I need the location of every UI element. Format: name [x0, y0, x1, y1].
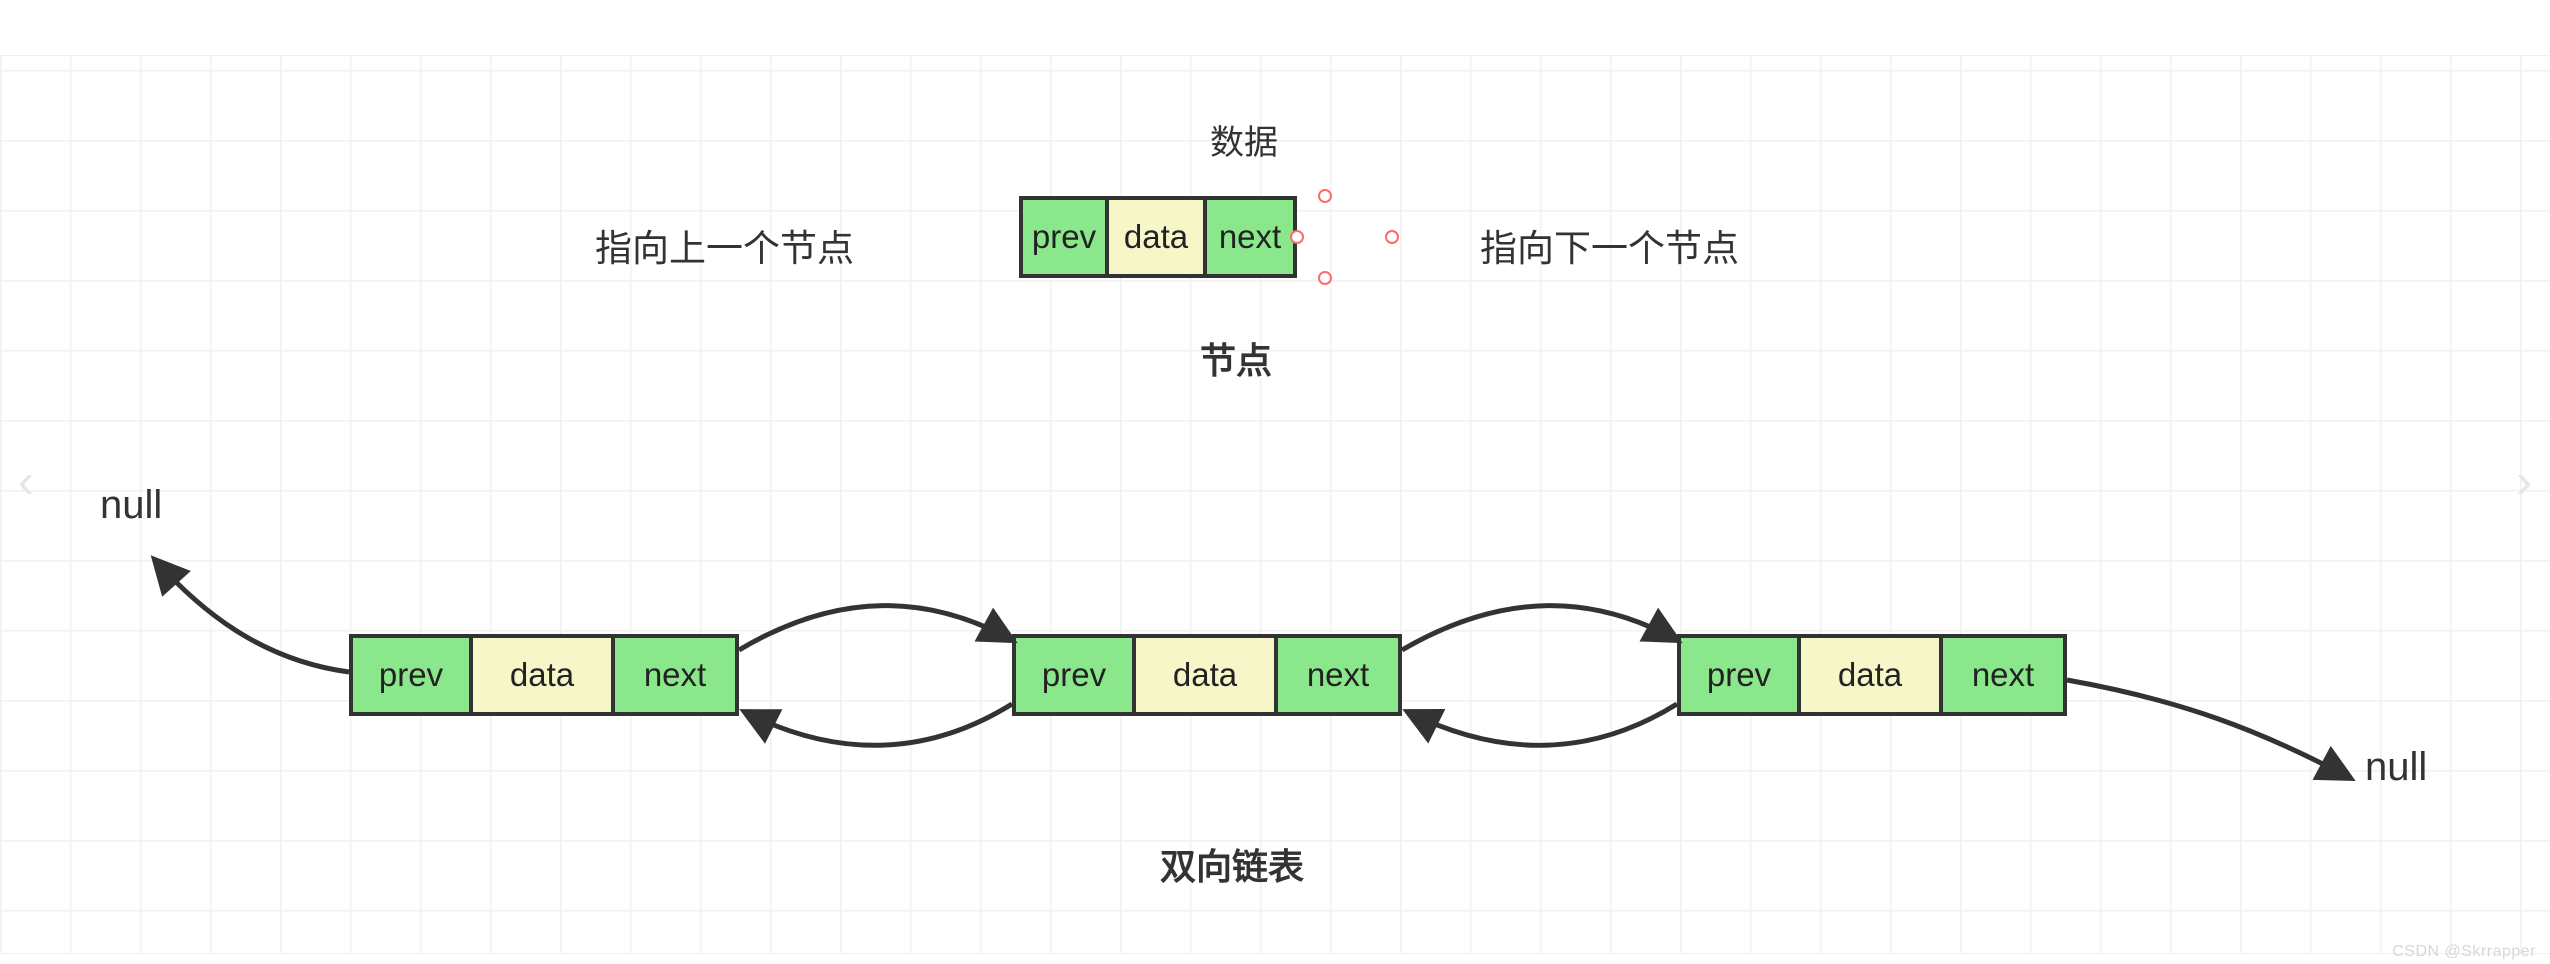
node-caption: 节点: [1200, 332, 1272, 384]
list-caption: 双向链表: [1160, 838, 1304, 890]
null-right-label: null: [2365, 745, 2427, 790]
n3-prev: prev: [1681, 638, 1801, 712]
selection-handle-bottom[interactable]: [1318, 271, 1332, 285]
n3-data: data: [1801, 638, 1943, 712]
n3-next: next: [1943, 638, 2063, 712]
node-data-cell: data: [1109, 200, 1207, 274]
n1-prev: prev: [353, 638, 473, 712]
bottom-hairline: [0, 953, 2550, 954]
list-node-2: prev data next: [1012, 634, 1402, 716]
point-prev-label: 指向上一个节点: [595, 218, 854, 272]
list-node-3: prev data next: [1677, 634, 2067, 716]
chevron-left-icon[interactable]: ‹: [18, 455, 34, 510]
n1-next: next: [615, 638, 735, 712]
point-next-label: 指向下一个节点: [1480, 218, 1739, 272]
selection-handle-right[interactable]: [1385, 230, 1399, 244]
data-caption: 数据: [1210, 115, 1278, 164]
n2-next: next: [1278, 638, 1398, 712]
watermark: CSDN @Skrrapper: [2392, 943, 2536, 961]
null-left-label: null: [100, 483, 162, 528]
node-next-cell: next: [1207, 200, 1293, 274]
chevron-right-icon[interactable]: ›: [2516, 455, 2532, 510]
diagram-canvas: ‹ › 数据 指向上一个节点 指向下一个节点 prev data next 节点…: [0, 0, 2550, 964]
n2-prev: prev: [1016, 638, 1136, 712]
selection-handle-left[interactable]: [1290, 230, 1304, 244]
selection-handle-top[interactable]: [1318, 189, 1332, 203]
n2-data: data: [1136, 638, 1278, 712]
list-node-1: prev data next: [349, 634, 739, 716]
example-node[interactable]: prev data next: [1019, 196, 1297, 278]
n1-data: data: [473, 638, 615, 712]
top-hairline: [0, 55, 2550, 56]
node-prev-cell: prev: [1023, 200, 1109, 274]
